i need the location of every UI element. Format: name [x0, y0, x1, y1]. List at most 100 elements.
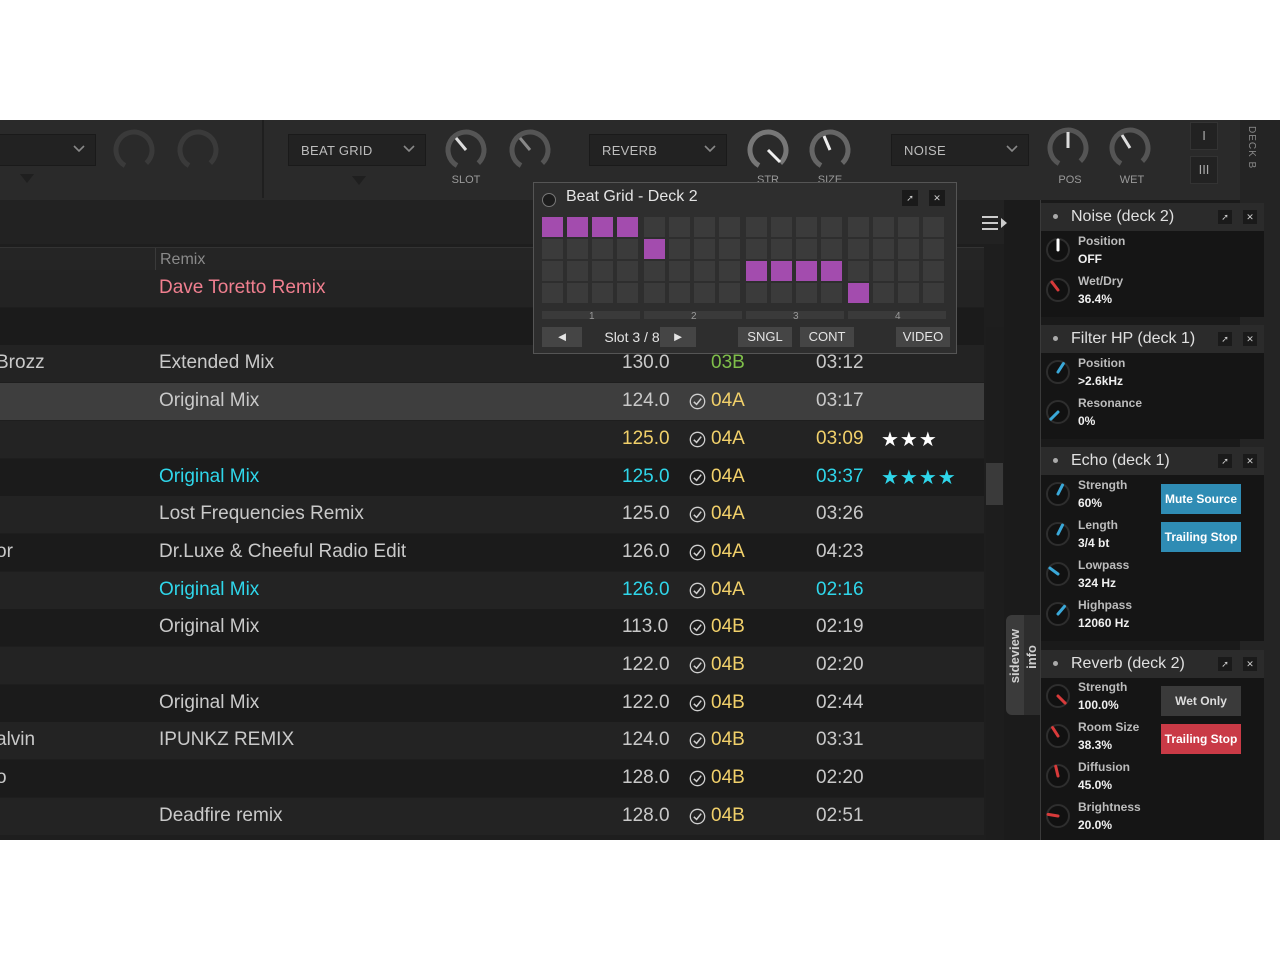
step-cell[interactable] [592, 217, 613, 237]
step-cell[interactable] [873, 217, 894, 237]
close-icon[interactable]: ✕ [929, 190, 945, 206]
effect-panel-header[interactable]: Noise (deck 2) ➚ ✕ [1041, 203, 1264, 231]
step-cell[interactable] [821, 239, 842, 259]
step-cell[interactable] [796, 217, 817, 237]
step-cell[interactable] [898, 261, 919, 281]
step-cell[interactable] [848, 283, 869, 303]
step-cell[interactable] [821, 261, 842, 281]
parameter-knob[interactable] [1045, 723, 1071, 749]
effect-panel-header[interactable]: Filter HP (deck 1) ➚ ✕ [1041, 325, 1264, 353]
step-cell[interactable] [617, 217, 638, 237]
pin-icon[interactable]: ➚ [1218, 454, 1232, 468]
sngl-button[interactable]: SNGL [738, 327, 792, 347]
effect-knob-1[interactable] [112, 128, 156, 172]
step-cell[interactable] [644, 283, 665, 303]
step-cell[interactable] [873, 239, 894, 259]
step-cell[interactable] [644, 261, 665, 281]
step-cell[interactable] [746, 217, 767, 237]
step-cell[interactable] [821, 283, 842, 303]
step-cell[interactable] [669, 239, 690, 259]
trailing-stop-button[interactable]: Trailing Stop [1161, 522, 1241, 552]
step-cell[interactable] [669, 283, 690, 303]
table-row[interactable]: Lost Frequencies Remix 125.0 04A 03:26 [0, 496, 984, 534]
next-slot-button[interactable]: ► [660, 327, 696, 347]
step-cell[interactable] [796, 239, 817, 259]
scrollbar[interactable] [986, 327, 1004, 840]
step-cell[interactable] [796, 261, 817, 281]
position-knob[interactable] [1046, 126, 1090, 170]
size-knob[interactable] [808, 128, 852, 172]
step-cell[interactable] [746, 283, 767, 303]
pin-icon[interactable]: ➚ [902, 190, 918, 206]
column-header-remix[interactable]: Remix [160, 251, 205, 269]
step-cell[interactable] [592, 283, 613, 303]
step-cell[interactable] [898, 283, 919, 303]
step-cell[interactable] [719, 283, 740, 303]
window-icon[interactable] [542, 193, 556, 207]
parameter-knob[interactable] [1045, 601, 1071, 627]
trailing-stop-button[interactable]: Trailing Stop [1161, 724, 1241, 754]
step-cell[interactable] [873, 261, 894, 281]
step-cell[interactable] [771, 239, 792, 259]
table-row[interactable]: 125.0 04A 03:09 ★★★ [0, 420, 984, 458]
scrollbar-thumb[interactable] [986, 463, 1003, 505]
step-cell[interactable] [923, 283, 944, 303]
prev-slot-button[interactable]: ◄ [542, 327, 582, 347]
layout-single-button[interactable]: I [1190, 122, 1218, 150]
step-cell[interactable] [719, 261, 740, 281]
wet-only-button[interactable]: Wet Only [1161, 686, 1241, 716]
table-row[interactable]: Original Mix 113.0 04B 02:19 [0, 609, 984, 647]
layout-triple-button[interactable]: III [1190, 156, 1218, 184]
step-cell[interactable] [567, 261, 588, 281]
step-cell[interactable] [694, 217, 715, 237]
effect-select-reverb[interactable]: REVERB [589, 134, 727, 166]
step-cell[interactable] [669, 217, 690, 237]
step-cell[interactable] [542, 239, 563, 259]
close-icon[interactable]: ✕ [1243, 210, 1257, 224]
step-cell[interactable] [617, 283, 638, 303]
step-cell[interactable] [746, 261, 767, 281]
pin-icon[interactable]: ➚ [1218, 657, 1232, 671]
step-cell[interactable] [848, 239, 869, 259]
effect-status-icon[interactable] [1053, 214, 1058, 219]
effect-panel-header[interactable]: Reverb (deck 2) ➚ ✕ [1041, 650, 1264, 678]
step-cell[interactable] [771, 283, 792, 303]
step-cell[interactable] [669, 261, 690, 281]
table-row[interactable]: Original Mix 125.0 04A 03:37 ★★★★ [0, 458, 984, 496]
effect-select-1[interactable] [0, 134, 96, 166]
step-cell[interactable] [617, 239, 638, 259]
table-row[interactable]: Original Mix 124.0 04A 03:17 [0, 383, 984, 421]
step-cell[interactable] [719, 239, 740, 259]
effect-select-noise[interactable]: NOISE [891, 134, 1029, 166]
slot-knob[interactable] [444, 128, 488, 172]
step-cell[interactable] [592, 261, 613, 281]
parameter-knob[interactable] [1045, 237, 1071, 263]
wet-knob[interactable] [1108, 126, 1152, 170]
table-row[interactable]: alvin IPUNKZ REMIX 124.0 04B 03:31 [0, 722, 984, 760]
step-cell[interactable] [567, 239, 588, 259]
mute-source-button[interactable]: Mute Source [1161, 484, 1241, 514]
effect-status-icon[interactable] [1053, 458, 1058, 463]
table-row[interactable]: Deadfire remix 128.0 04B 02:51 [0, 797, 984, 835]
step-cell[interactable] [592, 239, 613, 259]
step-cell[interactable] [796, 283, 817, 303]
effect-panel-header[interactable]: Echo (deck 1) ➚ ✕ [1041, 447, 1264, 475]
parameter-knob[interactable] [1045, 399, 1071, 425]
step-cell[interactable] [719, 217, 740, 237]
step-cell[interactable] [694, 261, 715, 281]
parameter-knob[interactable] [1045, 561, 1071, 587]
tab-info[interactable]: info [1024, 615, 1040, 715]
close-icon[interactable]: ✕ [1243, 332, 1257, 346]
step-cell[interactable] [923, 239, 944, 259]
parameter-knob[interactable] [1045, 803, 1071, 829]
effect-knob-2[interactable] [176, 128, 220, 172]
step-cell[interactable] [542, 283, 563, 303]
step-cell[interactable] [542, 217, 563, 237]
step-cell[interactable] [923, 261, 944, 281]
table-row[interactable]: Original Mix 126.0 04A 02:16 [0, 571, 984, 609]
step-cell[interactable] [746, 239, 767, 259]
table-row[interactable]: or Dr.Luxe & Cheeful Radio Edit 126.0 04A 04… [0, 533, 984, 571]
step-cell[interactable] [567, 217, 588, 237]
effect-knob[interactable] [508, 128, 552, 172]
table-row[interactable]: 122.0 04B 02:20 [0, 647, 984, 684]
